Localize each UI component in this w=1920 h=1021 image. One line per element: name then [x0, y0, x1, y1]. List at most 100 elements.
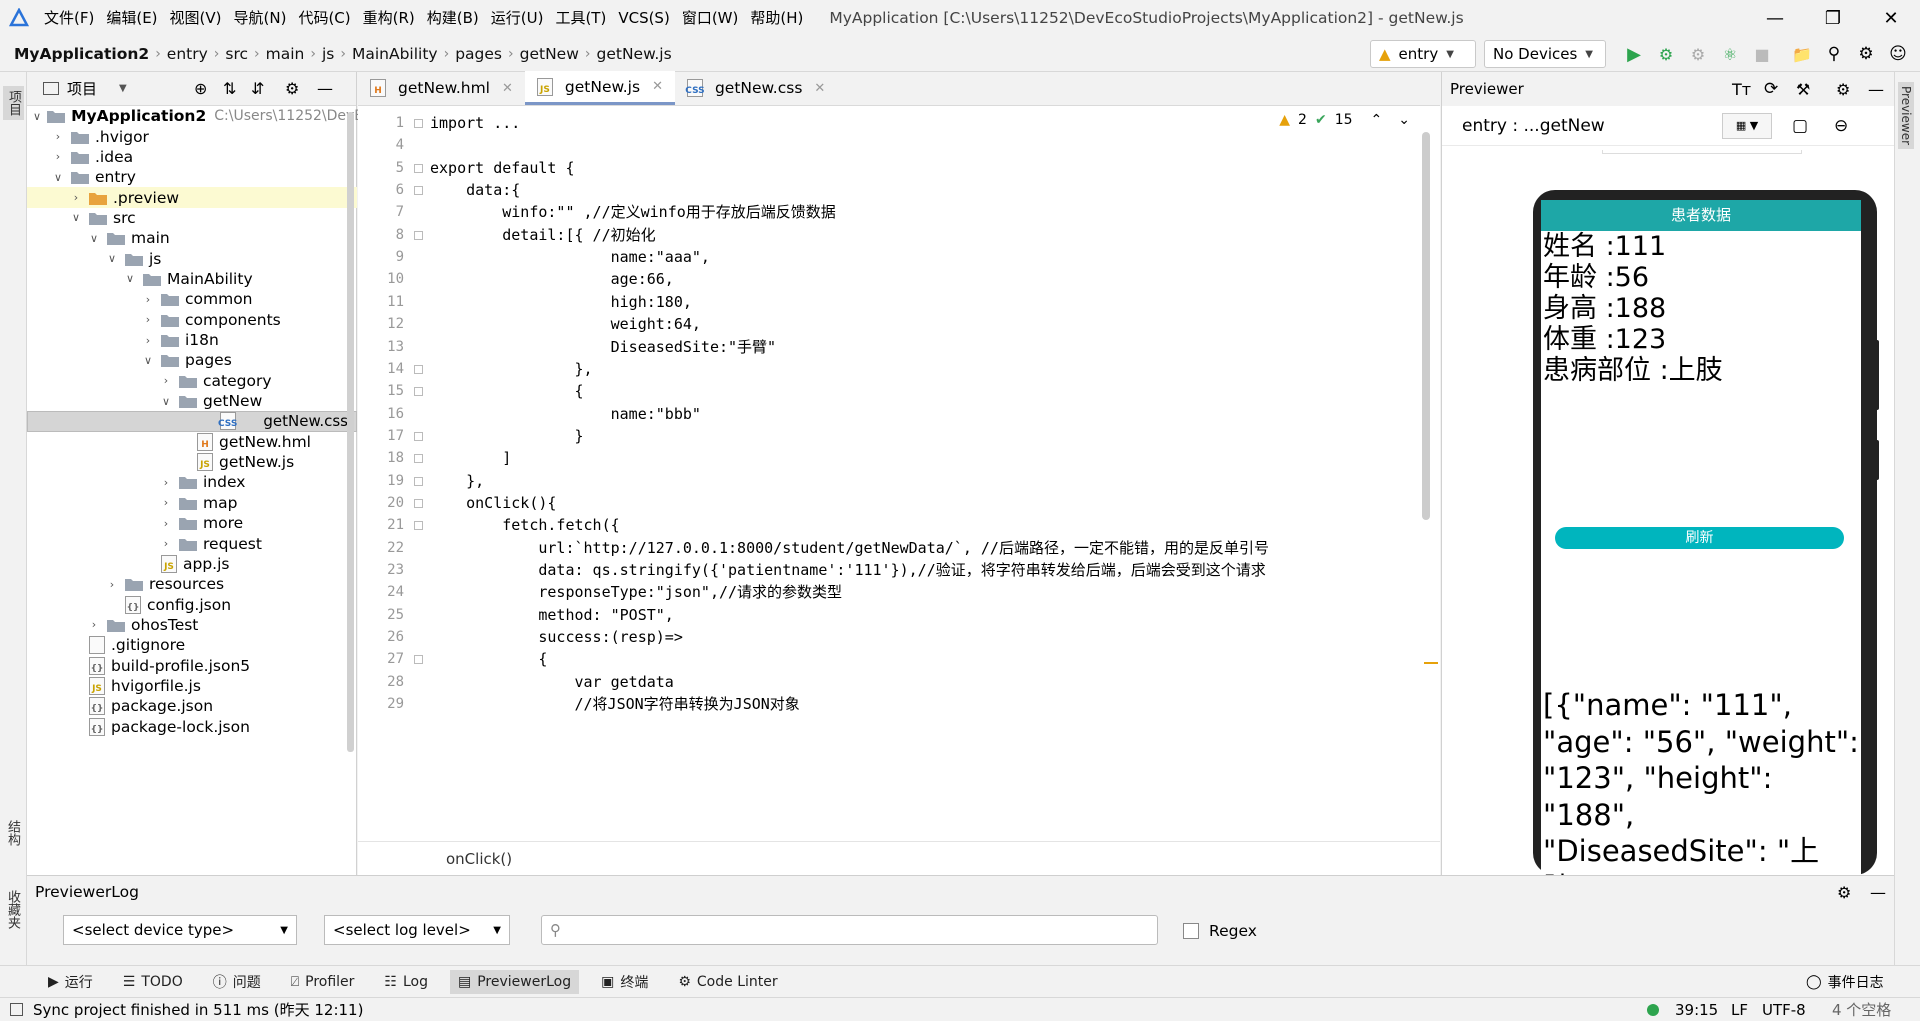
refresh-button[interactable]: 刷新 — [1555, 527, 1844, 549]
code-line[interactable]: data:{ — [430, 179, 520, 201]
stop-icon[interactable]: ■ — [1750, 42, 1774, 66]
tool-window-button[interactable]: ▶ 运行 — [40, 968, 101, 996]
log-search-input[interactable]: ⚲ — [541, 915, 1158, 945]
rotate-icon[interactable]: ▢ — [1792, 116, 1808, 136]
code-line[interactable]: DiseasedSite:"手臂" — [430, 336, 776, 358]
fold-marker-icon[interactable] — [414, 119, 423, 128]
chevron-right-icon[interactable]: › — [69, 191, 83, 204]
minimize-button[interactable]: — — [1746, 0, 1804, 36]
chevron-down-icon[interactable]: ∨ — [105, 252, 119, 265]
tree-item[interactable]: ∨ MyApplication2 C:\Users\11252\DevE — [27, 106, 363, 126]
code-line[interactable]: //将JSON字符串转换为JSON对象 — [430, 693, 799, 715]
favorites-tool-tab[interactable]: 收藏夹 — [3, 890, 22, 929]
chevron-down-icon[interactable]: ∨ — [159, 395, 173, 408]
structure-tool-tab[interactable]: 结构 — [3, 820, 22, 846]
project-structure-icon[interactable]: 📁 — [1790, 42, 1814, 66]
breadcrumb-item[interactable]: MyApplication2 — [14, 45, 149, 63]
run-icon[interactable]: ▶ — [1622, 42, 1646, 66]
chevron-down-icon[interactable]: ▼ — [119, 83, 127, 94]
chevron-right-icon[interactable]: › — [141, 293, 155, 306]
chevron-right-icon[interactable]: › — [51, 130, 65, 143]
code-line[interactable]: method: "POST", — [430, 604, 673, 626]
chevron-right-icon[interactable]: › — [105, 578, 119, 591]
module-selector[interactable]: ▲ entry ▼ — [1370, 40, 1476, 68]
hide-log-icon[interactable]: — — [1870, 883, 1886, 902]
profile-icon[interactable]: ⚛ — [1718, 42, 1742, 66]
menu-item[interactable]: 工具(T) — [549, 0, 612, 36]
tree-item[interactable]: {} package-lock.json — [27, 717, 357, 737]
code-line[interactable]: { — [430, 380, 583, 402]
menu-item[interactable]: 编辑(E) — [100, 0, 163, 36]
settings-gear-icon[interactable]: ⚙ — [1854, 42, 1878, 66]
fold-marker-icon[interactable] — [414, 230, 423, 240]
code-line[interactable]: name:"bbb" — [430, 403, 701, 425]
menu-item[interactable]: 文件(F) — [38, 0, 100, 36]
close-tab-icon[interactable]: ✕ — [814, 81, 825, 96]
hide-previewer-icon[interactable]: — — [1868, 80, 1884, 99]
editor-tab[interactable]: HgetNew.hml ✕ — [358, 71, 525, 105]
code-line[interactable]: age:66, — [430, 268, 674, 290]
close-tab-icon[interactable]: ✕ — [502, 81, 513, 96]
fold-marker-icon[interactable] — [414, 498, 423, 508]
tool-window-button[interactable]: ▣ 终端 — [593, 968, 656, 996]
breadcrumb-item[interactable]: pages — [455, 45, 502, 63]
editor-breadcrumb[interactable]: onClick() — [358, 841, 1440, 875]
chevron-down-icon[interactable]: ∨ — [123, 272, 137, 285]
editor-tab[interactable]: JS getNew.js ✕ — [524, 71, 675, 105]
menu-item[interactable]: VCS(S) — [612, 0, 675, 36]
tree-item[interactable]: JS getNew.js — [27, 452, 357, 472]
code-line[interactable]: high:180, — [430, 291, 692, 313]
close-tab-icon[interactable]: ✕ — [652, 79, 663, 94]
previewer-tool-tab[interactable]: Previewer — [1898, 82, 1914, 150]
code-line[interactable]: url:`http://127.0.0.1:8000/student/getNe… — [430, 537, 1269, 559]
account-icon[interactable]: ☺ — [1886, 42, 1910, 66]
breadcrumb-item[interactable]: js — [322, 45, 334, 63]
tree-item[interactable]: ∨ src — [27, 208, 357, 228]
file-encoding[interactable]: UTF-8 — [1762, 1001, 1806, 1019]
chevron-down-icon[interactable]: ∨ — [87, 232, 101, 245]
chevron-right-icon[interactable]: › — [159, 537, 173, 550]
code-line[interactable]: winfo:"" ,//定义winfo用于存放后端反馈数据 — [430, 201, 836, 223]
breadcrumb-item[interactable]: src — [225, 45, 248, 63]
tree-item[interactable]: ∨ getNew — [27, 391, 357, 411]
chevron-right-icon[interactable]: › — [159, 517, 173, 530]
device-type-select[interactable]: <select device type> ▼ — [63, 915, 297, 945]
menu-item[interactable]: 窗口(W) — [676, 0, 745, 36]
tree-item[interactable]: {} build-profile.json5 — [27, 655, 357, 675]
code-line[interactable]: ] — [430, 447, 511, 469]
tree-item[interactable]: › category — [27, 371, 357, 391]
fold-marker-icon[interactable] — [414, 454, 423, 464]
chevron-down-icon[interactable]: ∨ — [51, 171, 65, 184]
tree-item[interactable]: › map — [27, 493, 357, 513]
menu-item[interactable]: 视图(V) — [164, 0, 228, 36]
breadcrumb-item[interactable]: main — [266, 45, 305, 63]
options-gear-icon[interactable]: ⚙ — [285, 79, 299, 98]
tree-item[interactable]: › .idea — [27, 147, 357, 167]
font-size-icon[interactable]: Tᴛ — [1732, 80, 1751, 99]
tool-window-button[interactable]: ▤ PreviewerLog — [450, 969, 580, 994]
code-line[interactable]: var getdata — [430, 671, 673, 693]
tree-item[interactable]: {} package.json — [27, 696, 357, 716]
editor-scrollbar[interactable] — [1422, 132, 1430, 520]
chevron-right-icon[interactable]: › — [159, 496, 173, 509]
refresh-icon[interactable]: ⟳ — [1764, 79, 1778, 99]
multi-device-dropdown[interactable]: ▦ ▼ — [1722, 112, 1772, 139]
code-line[interactable]: }, — [430, 470, 484, 492]
menu-item[interactable]: 代码(C) — [292, 0, 356, 36]
code-line[interactable]: weight:64, — [430, 313, 701, 335]
tree-item[interactable]: ∨ pages — [27, 350, 357, 370]
tool-window-button[interactable]: ⍁ Profiler — [283, 970, 363, 994]
project-tool-tab[interactable]: 项目 — [3, 86, 24, 120]
code-line[interactable]: data: qs.stringify({'patientname':'111'}… — [430, 559, 1265, 581]
tree-item[interactable]: JS hvigorfile.js — [27, 676, 357, 696]
search-icon[interactable]: ⚲ — [1822, 42, 1846, 66]
tool-window-button[interactable]: ☷ Log — [376, 970, 436, 994]
tree-item[interactable]: ∨ js — [27, 248, 357, 268]
menu-item[interactable]: 运行(U) — [485, 0, 550, 36]
line-separator[interactable]: LF — [1731, 1001, 1748, 1019]
fold-marker-icon[interactable] — [414, 476, 423, 486]
chevron-right-icon[interactable]: › — [159, 374, 173, 387]
project-scrollbar[interactable] — [347, 112, 354, 752]
expand-all-icon[interactable]: ⇅ — [223, 79, 236, 98]
tree-item[interactable]: › index — [27, 472, 357, 492]
